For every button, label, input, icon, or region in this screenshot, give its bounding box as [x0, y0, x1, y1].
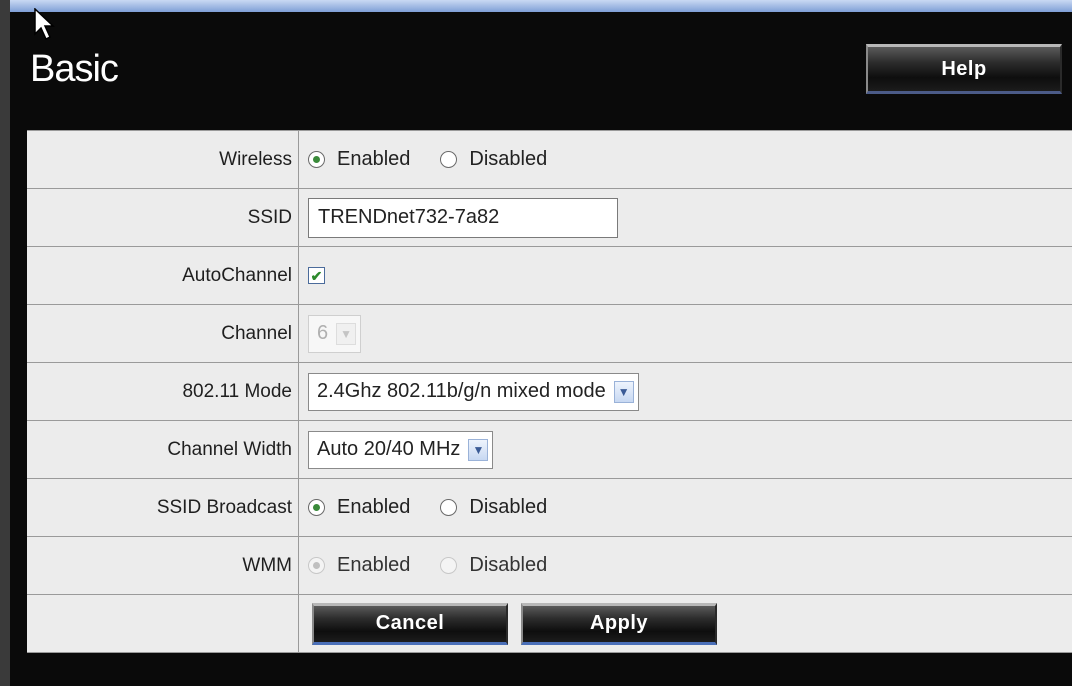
- ssid-broadcast-row: SSID Broadcast Enabled Disabled: [27, 479, 1072, 537]
- channel-width-row: Channel Width Auto 20/40 MHz ▼: [27, 421, 1072, 479]
- autochannel-checkbox[interactable]: ✔: [308, 267, 325, 284]
- wireless-row: Wireless Enabled Disabled: [27, 131, 1072, 189]
- wireless-enabled-text: Enabled: [337, 148, 411, 170]
- ssid-broadcast-enabled-text: Enabled: [337, 496, 411, 518]
- wireless-label: Wireless: [27, 131, 299, 188]
- wireless-enabled-radio[interactable]: [308, 151, 325, 168]
- ssid-broadcast-enabled-option[interactable]: Enabled: [308, 496, 410, 519]
- checkmark-icon: ✔: [310, 267, 323, 284]
- channel-select-value: 6: [317, 322, 329, 344]
- wmm-enabled-text: Enabled: [337, 554, 411, 576]
- mode-row: 802.11 Mode 2.4Ghz 802.11b/g/n mixed mod…: [27, 363, 1072, 421]
- ssid-broadcast-disabled-radio[interactable]: [440, 499, 458, 516]
- wmm-enabled-option: Enabled: [308, 554, 410, 577]
- wireless-disabled-text: Disabled: [469, 148, 548, 170]
- chevron-down-icon: ▼: [468, 438, 489, 461]
- cancel-button[interactable]: Cancel: [312, 602, 508, 645]
- window-top-strip: [0, 0, 1072, 12]
- wmm-disabled-option: Disabled: [440, 554, 547, 577]
- chevron-down-icon: ▼: [336, 322, 357, 345]
- channel-row: Channel 6 ▼: [27, 305, 1072, 363]
- wmm-enabled-radio: [308, 557, 325, 574]
- channel-label: Channel: [27, 305, 299, 362]
- ssid-label: SSID: [27, 189, 299, 246]
- help-button[interactable]: Help: [866, 44, 1062, 94]
- actions-row: Cancel Apply: [27, 595, 1072, 653]
- chevron-down-icon: ▼: [613, 380, 634, 403]
- ssid-broadcast-label: SSID Broadcast: [27, 479, 299, 536]
- window-left-edge: [0, 0, 10, 686]
- ssid-input[interactable]: [308, 197, 618, 238]
- channel-select[interactable]: 6 ▼: [308, 314, 362, 353]
- wireless-enabled-option[interactable]: Enabled: [308, 148, 410, 171]
- channel-width-select[interactable]: Auto 20/40 MHz ▼: [308, 430, 494, 469]
- autochannel-row: AutoChannel ✔: [27, 247, 1072, 305]
- ssid-broadcast-disabled-text: Disabled: [469, 496, 548, 518]
- ssid-broadcast-enabled-radio[interactable]: [308, 499, 325, 516]
- wmm-disabled-text: Disabled: [469, 554, 548, 576]
- ssid-broadcast-disabled-option[interactable]: Disabled: [440, 496, 547, 519]
- page-title: Basic: [30, 48, 119, 90]
- channel-width-select-value: Auto 20/40 MHz: [317, 438, 461, 460]
- mode-select-value: 2.4Ghz 802.11b/g/n mixed mode: [317, 380, 606, 402]
- ssid-row: SSID: [27, 189, 1072, 247]
- wireless-disabled-option[interactable]: Disabled: [440, 148, 547, 171]
- mode-label: 802.11 Mode: [27, 363, 299, 420]
- wmm-label: WMM: [27, 537, 299, 594]
- wmm-row: WMM Enabled Disabled: [27, 537, 1072, 595]
- wmm-disabled-radio: [440, 557, 458, 574]
- channel-width-label: Channel Width: [27, 421, 299, 478]
- basic-settings-form: Wireless Enabled Disabled SSID AutoChann…: [27, 130, 1072, 653]
- mouse-pointer-icon: [34, 8, 55, 41]
- wireless-disabled-radio[interactable]: [440, 151, 458, 168]
- autochannel-label: AutoChannel: [27, 247, 299, 304]
- apply-button[interactable]: Apply: [521, 602, 717, 645]
- mode-select[interactable]: 2.4Ghz 802.11b/g/n mixed mode ▼: [308, 372, 639, 411]
- actions-label-cell: [27, 595, 299, 652]
